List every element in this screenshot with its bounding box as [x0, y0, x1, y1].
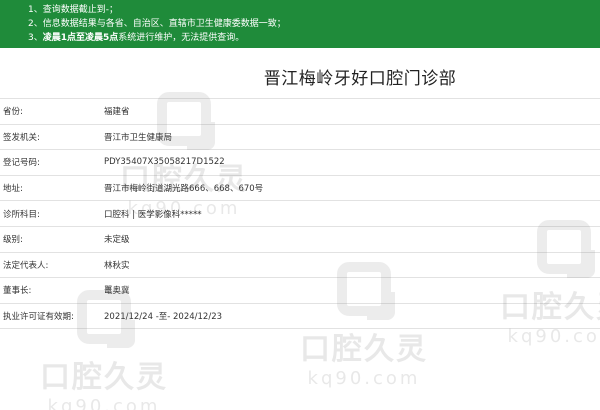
watermark-name: 口腔久灵 [300, 332, 428, 367]
row-label: 登记号码: [3, 158, 40, 169]
row-value: 2021/12/24 -至- 2024/12/23 [104, 312, 223, 323]
row-label: 诊所科目: [3, 209, 40, 220]
notice-banner: 1、查询数据截止到-； 2、信息数据结果与各省、自治区、直辖市卫生健康委数据一致… [0, 0, 600, 48]
notice-line-3-rest: 系统进行维护，无法提供查询。 [118, 33, 245, 43]
row-value: 鼍奥冀 [104, 286, 130, 297]
page-title: 晋江梅岭牙好口腔门诊部 [263, 69, 457, 89]
row-label: 地址: [3, 184, 23, 195]
table-row: 执业许可证有效期: 2021/12/24 -至- 2024/12/23 [0, 304, 600, 330]
info-table: 省份: 福建省 签发机关: 晋江市卫生健康局 登记号码: PDY35407X35… [0, 98, 600, 330]
table-row: 董事长: 鼍奥冀 [0, 278, 600, 304]
notice-line-3-time: 凌晨1点至凌晨5点 [42, 33, 119, 43]
row-value: 林秋实 [104, 260, 130, 271]
table-row: 登记号码: PDY35407X35058217D1522 [0, 150, 600, 176]
row-value: 晋江市梅岭街道湖光路666、668、670号 [104, 184, 264, 195]
notice-line-2: 2、信息数据结果与各省、自治区、直辖市卫生健康委数据一致； [28, 19, 286, 29]
notice-line-1: 1、查询数据截止到-； [28, 5, 118, 15]
row-value: 口腔科 | 医学影像科***** [104, 209, 202, 220]
table-row: 级别: 未定级 [0, 227, 600, 253]
notice-line-3: 3、凌晨1点至凌晨5点系统进行维护，无法提供查询。 [28, 31, 600, 45]
row-value: 未定级 [104, 235, 130, 246]
watermark-url: kq90.com [47, 396, 161, 410]
row-label: 级别: [3, 235, 23, 246]
row-value: 福建省 [104, 107, 130, 118]
row-value: PDY35407X35058217D1522 [104, 157, 225, 168]
row-label: 法定代表人: [3, 260, 49, 271]
table-row: 地址: 晋江市梅岭街道湖光路666、668、670号 [0, 176, 600, 202]
table-row: 签发机关: 晋江市卫生健康局 [0, 125, 600, 151]
row-label: 省份: [3, 107, 23, 118]
row-label: 执业许可证有效期: [3, 312, 74, 323]
watermark-url: kq90.com [307, 368, 421, 389]
table-row: 诊所科目: 口腔科 | 医学影像科***** [0, 201, 600, 227]
table-row: 省份: 福建省 [0, 99, 600, 125]
row-label: 签发机关: [3, 132, 40, 143]
watermark-name: 口腔久灵 [40, 360, 168, 395]
notice-line-3-prefix: 3、 [28, 33, 43, 43]
table-row: 法定代表人: 林秋实 [0, 253, 600, 279]
row-value: 晋江市卫生健康局 [104, 132, 173, 143]
row-label: 董事长: [3, 286, 32, 297]
